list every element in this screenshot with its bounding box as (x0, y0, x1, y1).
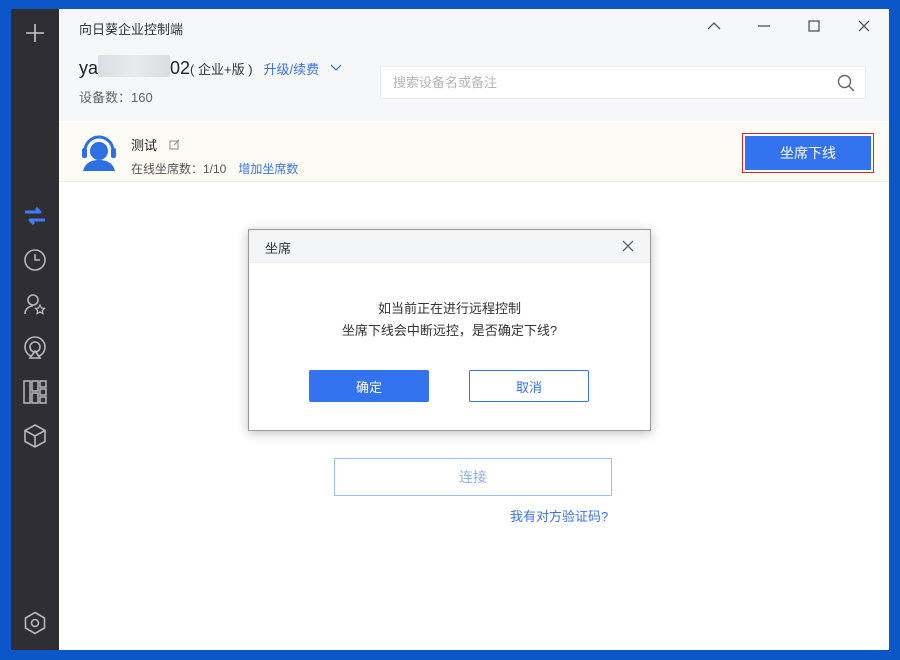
redacted-text (98, 55, 171, 77)
sidebar (11, 9, 59, 650)
close-button[interactable] (849, 13, 879, 39)
seat-name-label: 测试 (131, 138, 158, 153)
chevron-down-icon[interactable] (330, 64, 342, 72)
maximize-button[interactable] (799, 13, 829, 39)
seat-status: 在线坐席数：1/10 增加坐席数 (131, 160, 298, 177)
agent-avatar-icon (79, 131, 119, 176)
broadcast-icon[interactable] (20, 333, 50, 363)
add-icon[interactable] (20, 18, 50, 48)
history-icon[interactable] (20, 245, 50, 275)
close-icon (622, 240, 634, 252)
minimize-button[interactable] (749, 13, 779, 39)
close-icon (858, 20, 870, 32)
dialog-message-line2: 坐席下线会中断远控，是否确定下线? (341, 323, 558, 338)
seat-bar: 测试 在线坐席数：1/10 增加坐席数 坐席下线 (59, 123, 889, 182)
dialog-message: 如当前正在进行远程控制 坐席下线会中断远控，是否确定下线? (249, 298, 650, 342)
account-name-prefix: ya (79, 58, 99, 78)
dialog-close-button[interactable] (618, 236, 638, 256)
account-name: ya 02( 企业+版 ) 升级/续费 (79, 55, 342, 79)
app-window: 向日葵企业控制端 ya 02( 企业+版 ) 升级/续费 设备数：160 搜索设… (11, 9, 889, 650)
dialog-message-line1: 如当前正在进行远程控制 (377, 301, 521, 316)
edit-icon[interactable] (169, 139, 180, 150)
verification-code-link[interactable]: 我有对方验证码? (510, 506, 608, 525)
add-seats-link[interactable]: 增加坐席数 (238, 162, 298, 176)
search-box[interactable] (380, 66, 866, 99)
upgrade-link[interactable]: 升级/续费 (264, 62, 320, 77)
confirm-button[interactable]: 确定 (309, 370, 429, 402)
cancel-button[interactable]: 取消 (469, 370, 589, 402)
minimize-icon (758, 25, 770, 27)
window-title: 向日葵企业控制端 (79, 22, 184, 37)
dialog-title: 坐席 (265, 241, 292, 256)
header: 向日葵企业控制端 ya 02( 企业+版 ) 升级/续费 设备数：160 (59, 9, 889, 121)
box-icon[interactable] (20, 421, 50, 451)
contacts-icon[interactable] (20, 289, 50, 319)
offline-button-highlight: 坐席下线 (742, 133, 874, 173)
maximize-icon (808, 20, 820, 32)
connect-button[interactable]: 连接 (334, 458, 612, 496)
apps-icon[interactable] (20, 377, 50, 407)
confirm-dialog: 坐席 如当前正在进行远程控制 坐席下线会中断远控，是否确定下线? 确定 取消 (248, 229, 651, 431)
search-input[interactable] (391, 74, 815, 91)
online-seat-count: 在线坐席数：1/10 (131, 162, 227, 176)
edition-label: ( 企业+版 ) (190, 62, 253, 77)
settings-icon[interactable] (20, 608, 50, 638)
seat-name: 测试 (131, 135, 180, 154)
dialog-header: 坐席 (249, 230, 650, 263)
collapse-button[interactable] (699, 13, 729, 39)
device-count: 设备数：160 (79, 90, 153, 105)
search-icon[interactable] (837, 74, 855, 97)
account-name-suffix: 02 (170, 58, 191, 78)
seat-offline-button[interactable]: 坐席下线 (745, 136, 871, 170)
remote-control-icon[interactable] (20, 201, 50, 231)
chevron-up-icon (707, 22, 721, 30)
